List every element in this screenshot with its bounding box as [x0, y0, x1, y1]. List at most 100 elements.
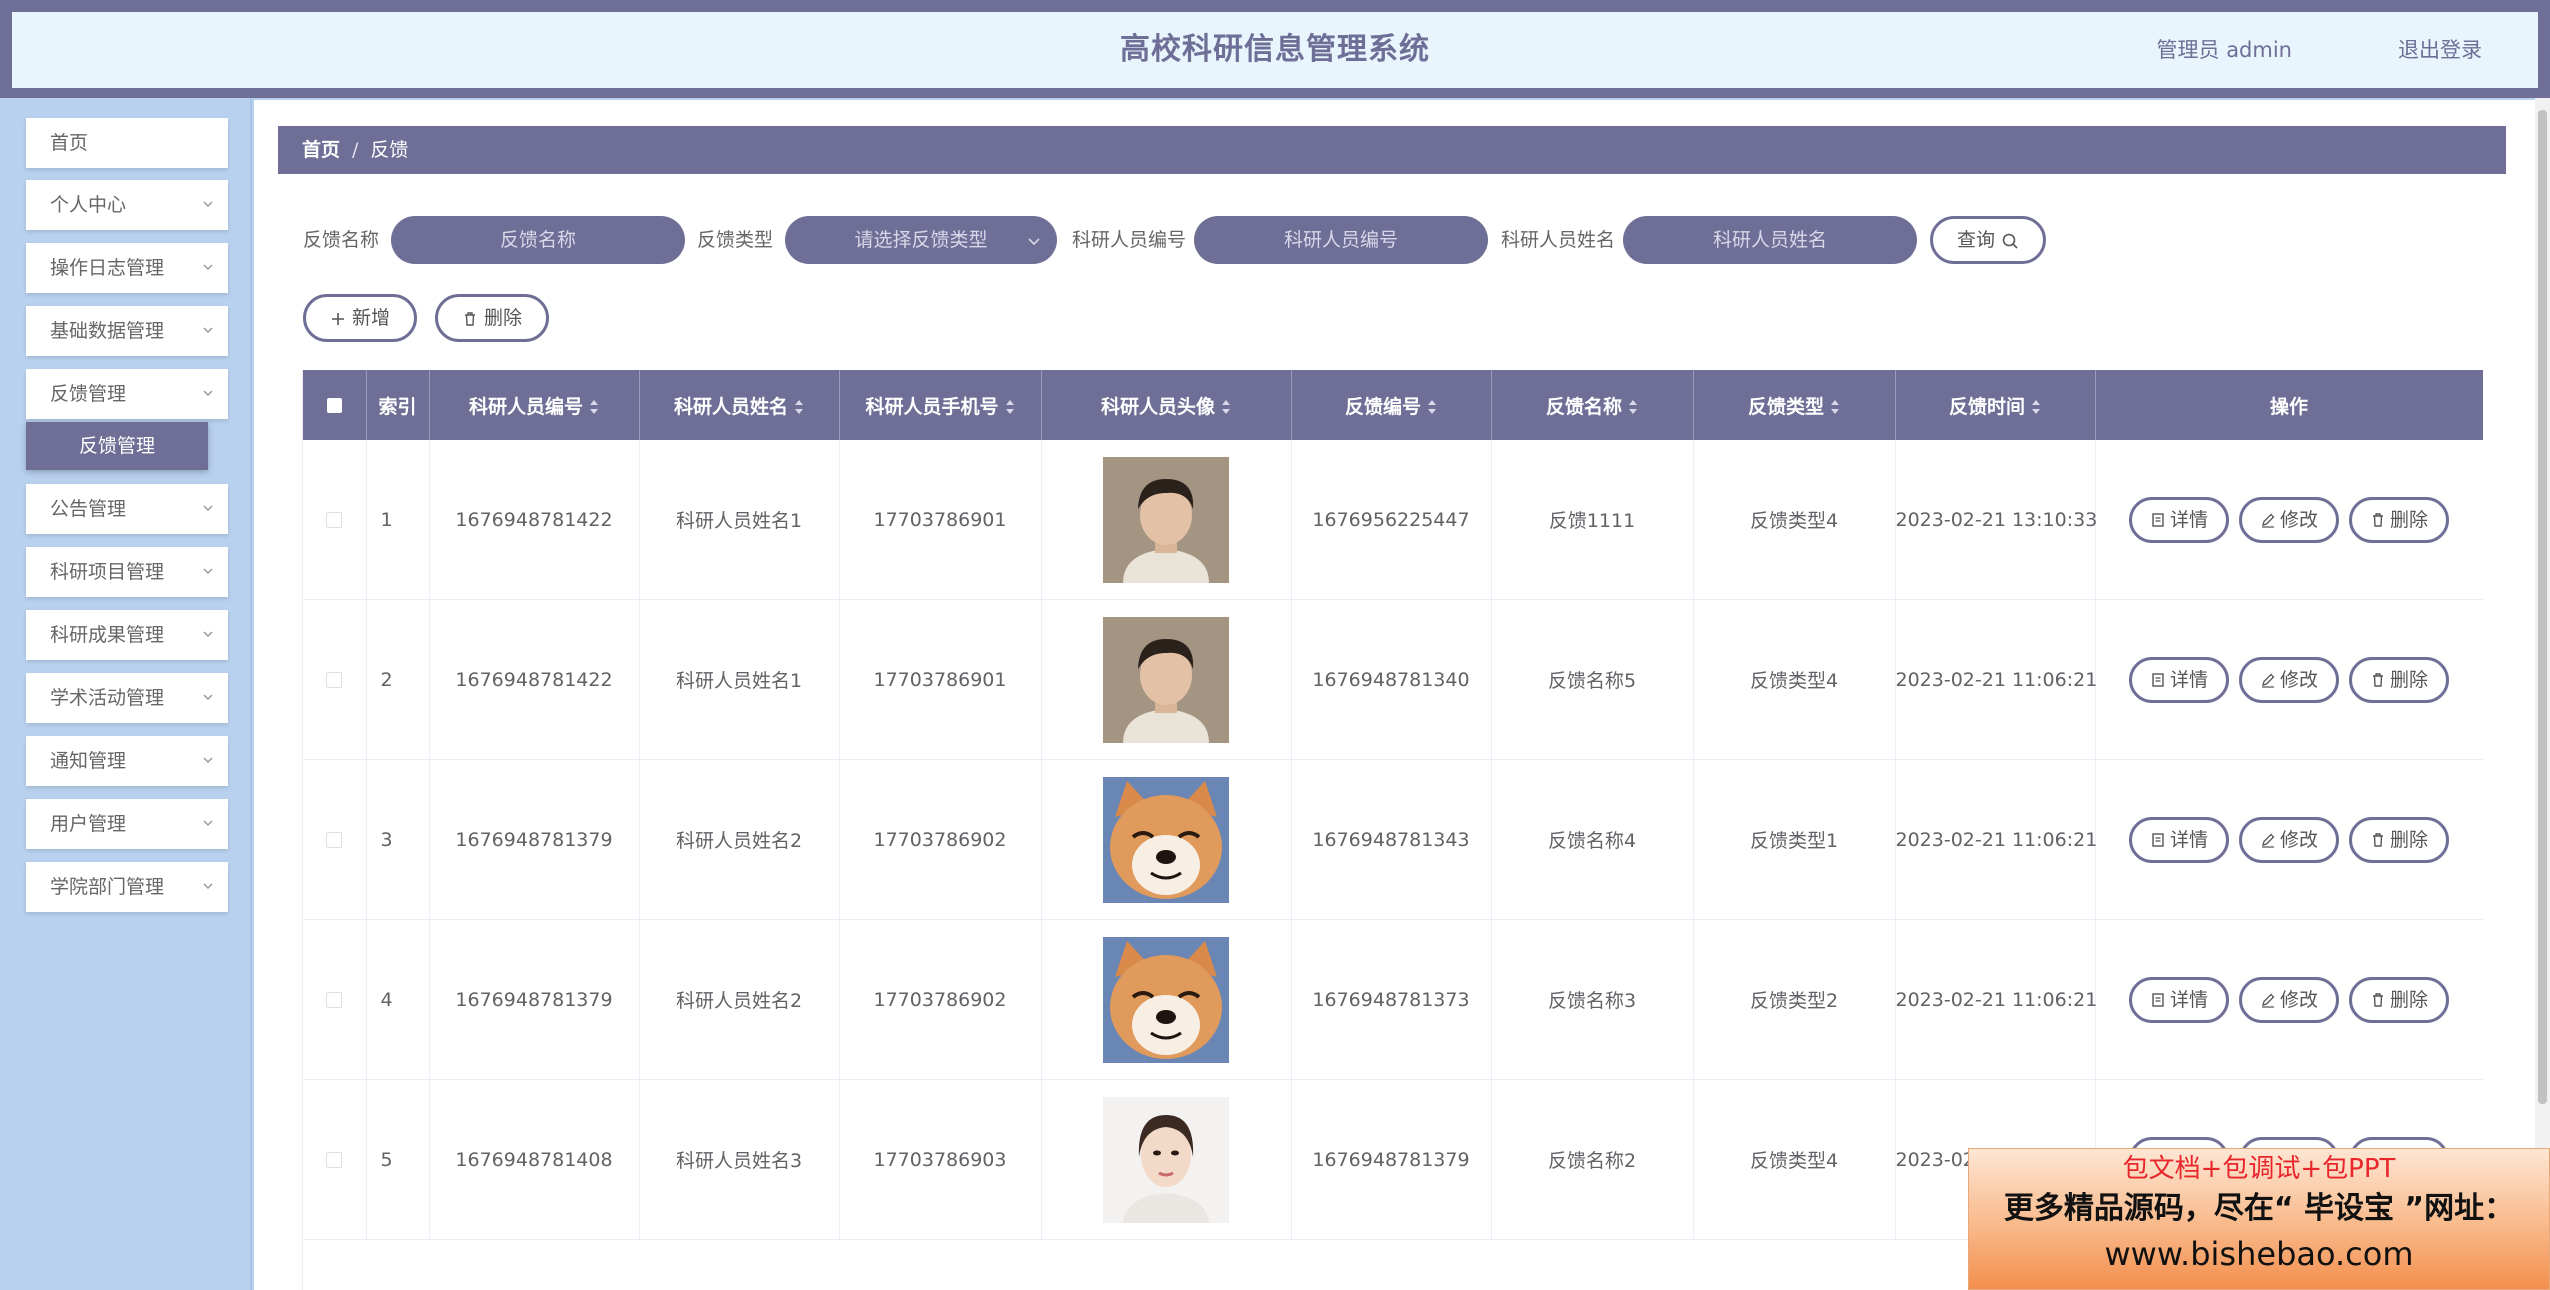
trash-icon — [2372, 513, 2383, 527]
main-content: 首页 / 反馈 反馈名称 反馈类型 请选择反馈类型 科研人员编号 科研人员姓名 查询… — [254, 100, 2535, 1290]
plus-icon — [331, 312, 344, 325]
sort-icon — [1831, 400, 1839, 414]
sidebar-item-notice[interactable]: 通知管理 — [26, 736, 228, 786]
pencil-icon — [2261, 993, 2275, 1008]
chevron-down-icon — [203, 568, 213, 575]
chevron-down-icon — [203, 505, 213, 512]
feedback-type-select[interactable]: 请选择反馈类型 — [785, 216, 1057, 264]
column-header-researcher-name[interactable]: 科研人员姓名 — [639, 370, 840, 440]
breadcrumb-home[interactable]: 首页 — [302, 139, 340, 161]
page-scrollbar-thumb[interactable] — [2538, 110, 2547, 1104]
researcher-code-label: 科研人员编号 — [1072, 229, 1187, 251]
logout-link[interactable]: 退出登录 — [2398, 12, 2482, 88]
cell-researcher-phone: 17703786902 — [839, 759, 1042, 920]
researcher-code-input[interactable] — [1194, 216, 1488, 264]
sidebar-item-college-dept[interactable]: 学院部门管理 — [26, 862, 228, 912]
trash-icon — [2372, 993, 2383, 1007]
cell-researcher-phone: 17703786901 — [839, 599, 1042, 760]
row-select-cell — [303, 599, 367, 760]
query-button[interactable]: 查询 — [1930, 216, 2046, 264]
sidebar-item-label: 个人中心 — [50, 194, 127, 216]
sidebar-item-academic-activity[interactable]: 学术活动管理 — [26, 673, 228, 723]
sidebar-item-announcement[interactable]: 公告管理 — [26, 484, 228, 534]
table-body: 1 1676948781422 科研人员姓名1 17703786901 16769562… — [303, 440, 2483, 1240]
column-header-researcher-avatar[interactable]: 科研人员头像 — [1041, 370, 1292, 440]
delete-button[interactable]: 删除 — [2349, 656, 2449, 703]
delete-button[interactable]: 删除 — [2349, 976, 2449, 1023]
cell-actions: 详情 修改 删除 — [2095, 919, 2483, 1080]
row-checkbox[interactable] — [326, 672, 343, 688]
cell-researcher-avatar — [1041, 759, 1292, 920]
sidebar-item-research-project[interactable]: 科研项目管理 — [26, 547, 228, 597]
cell-feedback-name: 反馈1111 — [1491, 440, 1694, 600]
column-header-feedback-time[interactable]: 反馈时间 — [1895, 370, 2096, 440]
edit-button[interactable]: 修改 — [2239, 496, 2339, 543]
ad-banner[interactable]: 包文档+包调试+包PPT 更多精品源码，尽在“ 毕设宝 ”网址： www.bis… — [1968, 1148, 2550, 1290]
batch-delete-button[interactable]: 删除 — [435, 294, 549, 342]
cell-index: 5 — [366, 1079, 430, 1240]
sidebar-item-personal-center[interactable]: 个人中心 — [26, 180, 228, 230]
delete-button-label: 删除 — [2389, 988, 2428, 1011]
sort-icon — [1222, 400, 1230, 414]
ad-line-1: 包文档+包调试+包PPT — [2122, 1154, 2396, 1184]
cell-feedback-time: 2023-02-21 11:06:21 — [1895, 919, 2097, 1080]
add-button[interactable]: 新增 — [303, 294, 417, 342]
man-avatar-icon — [1103, 456, 1229, 583]
sidebar-item-basic-data[interactable]: 基础数据管理 — [26, 306, 228, 356]
sidebar-item-users[interactable]: 用户管理 — [26, 799, 228, 849]
detail-button-label: 详情 — [2169, 508, 2208, 531]
sidebar-item-operation-log[interactable]: 操作日志管理 — [26, 243, 228, 293]
column-header-feedback-type[interactable]: 反馈类型 — [1693, 370, 1896, 440]
row-checkbox[interactable] — [326, 992, 343, 1008]
row-checkbox[interactable] — [326, 512, 343, 528]
edit-button[interactable]: 修改 — [2239, 656, 2339, 703]
trash-icon — [2372, 673, 2383, 687]
edit-button[interactable]: 修改 — [2239, 816, 2339, 863]
row-checkbox[interactable] — [326, 832, 343, 848]
ad-line-3: www.bishebao.com — [2104, 1235, 2414, 1273]
feedback-name-input[interactable] — [391, 216, 685, 264]
column-header-feedback-code[interactable]: 反馈编号 — [1291, 370, 1492, 440]
cell-feedback-code: 1676956225447 — [1291, 440, 1492, 600]
query-button-label: 查询 — [1956, 229, 1995, 251]
chevron-down-icon — [203, 757, 213, 764]
row-checkbox[interactable] — [326, 1152, 343, 1168]
sort-icon — [590, 400, 598, 414]
sidebar-item-home[interactable]: 首页 — [26, 118, 228, 168]
pencil-icon — [2261, 673, 2275, 688]
edit-button[interactable]: 修改 — [2239, 976, 2339, 1023]
edit-button-label: 修改 — [2279, 508, 2318, 531]
detail-button[interactable]: 详情 — [2129, 976, 2229, 1023]
cell-researcher-name: 科研人员姓名3 — [639, 1079, 840, 1240]
cell-feedback-time: 2023-02-21 13:10:33 — [1895, 440, 2097, 600]
delete-button[interactable]: 删除 — [2349, 816, 2449, 863]
sidebar-item-research-result[interactable]: 科研成果管理 — [26, 610, 228, 660]
delete-button[interactable]: 删除 — [2349, 496, 2449, 543]
cell-feedback-type: 反馈类型4 — [1693, 1079, 1896, 1240]
detail-button[interactable]: 详情 — [2129, 656, 2229, 703]
sidebar-item-feedback[interactable]: 反馈管理 — [26, 369, 228, 419]
document-icon — [2152, 833, 2164, 847]
breadcrumb-separator: / — [352, 139, 359, 161]
cell-feedback-name: 反馈名称4 — [1491, 759, 1694, 920]
cell-actions: 详情 修改 删除 — [2095, 759, 2483, 920]
select-all-checkbox[interactable] — [326, 398, 342, 413]
woman-avatar-icon — [1103, 1096, 1229, 1223]
select-all-cell — [303, 370, 367, 440]
cell-feedback-name: 反馈名称5 — [1491, 599, 1694, 760]
researcher-name-input[interactable] — [1623, 216, 1917, 264]
row-select-cell — [303, 759, 367, 920]
man-avatar-icon — [1103, 616, 1229, 743]
sidebar-subitem-feedback[interactable]: 反馈管理 — [26, 422, 208, 470]
column-header-researcher-code[interactable]: 科研人员编号 — [429, 370, 640, 440]
column-header-feedback-name[interactable]: 反馈名称 — [1491, 370, 1694, 440]
detail-button[interactable]: 详情 — [2129, 816, 2229, 863]
ad-line-2: 更多精品源码，尽在“ 毕设宝 ”网址： — [2003, 1191, 2515, 1226]
sidebar-item-label: 反馈管理 — [50, 383, 127, 405]
cell-researcher-avatar — [1041, 1079, 1292, 1240]
column-header-researcher-phone[interactable]: 科研人员手机号 — [839, 370, 1042, 440]
feedback-name-label: 反馈名称 — [303, 229, 380, 251]
document-icon — [2152, 673, 2164, 687]
cell-feedback-code: 1676948781340 — [1291, 599, 1492, 760]
detail-button[interactable]: 详情 — [2129, 496, 2229, 543]
